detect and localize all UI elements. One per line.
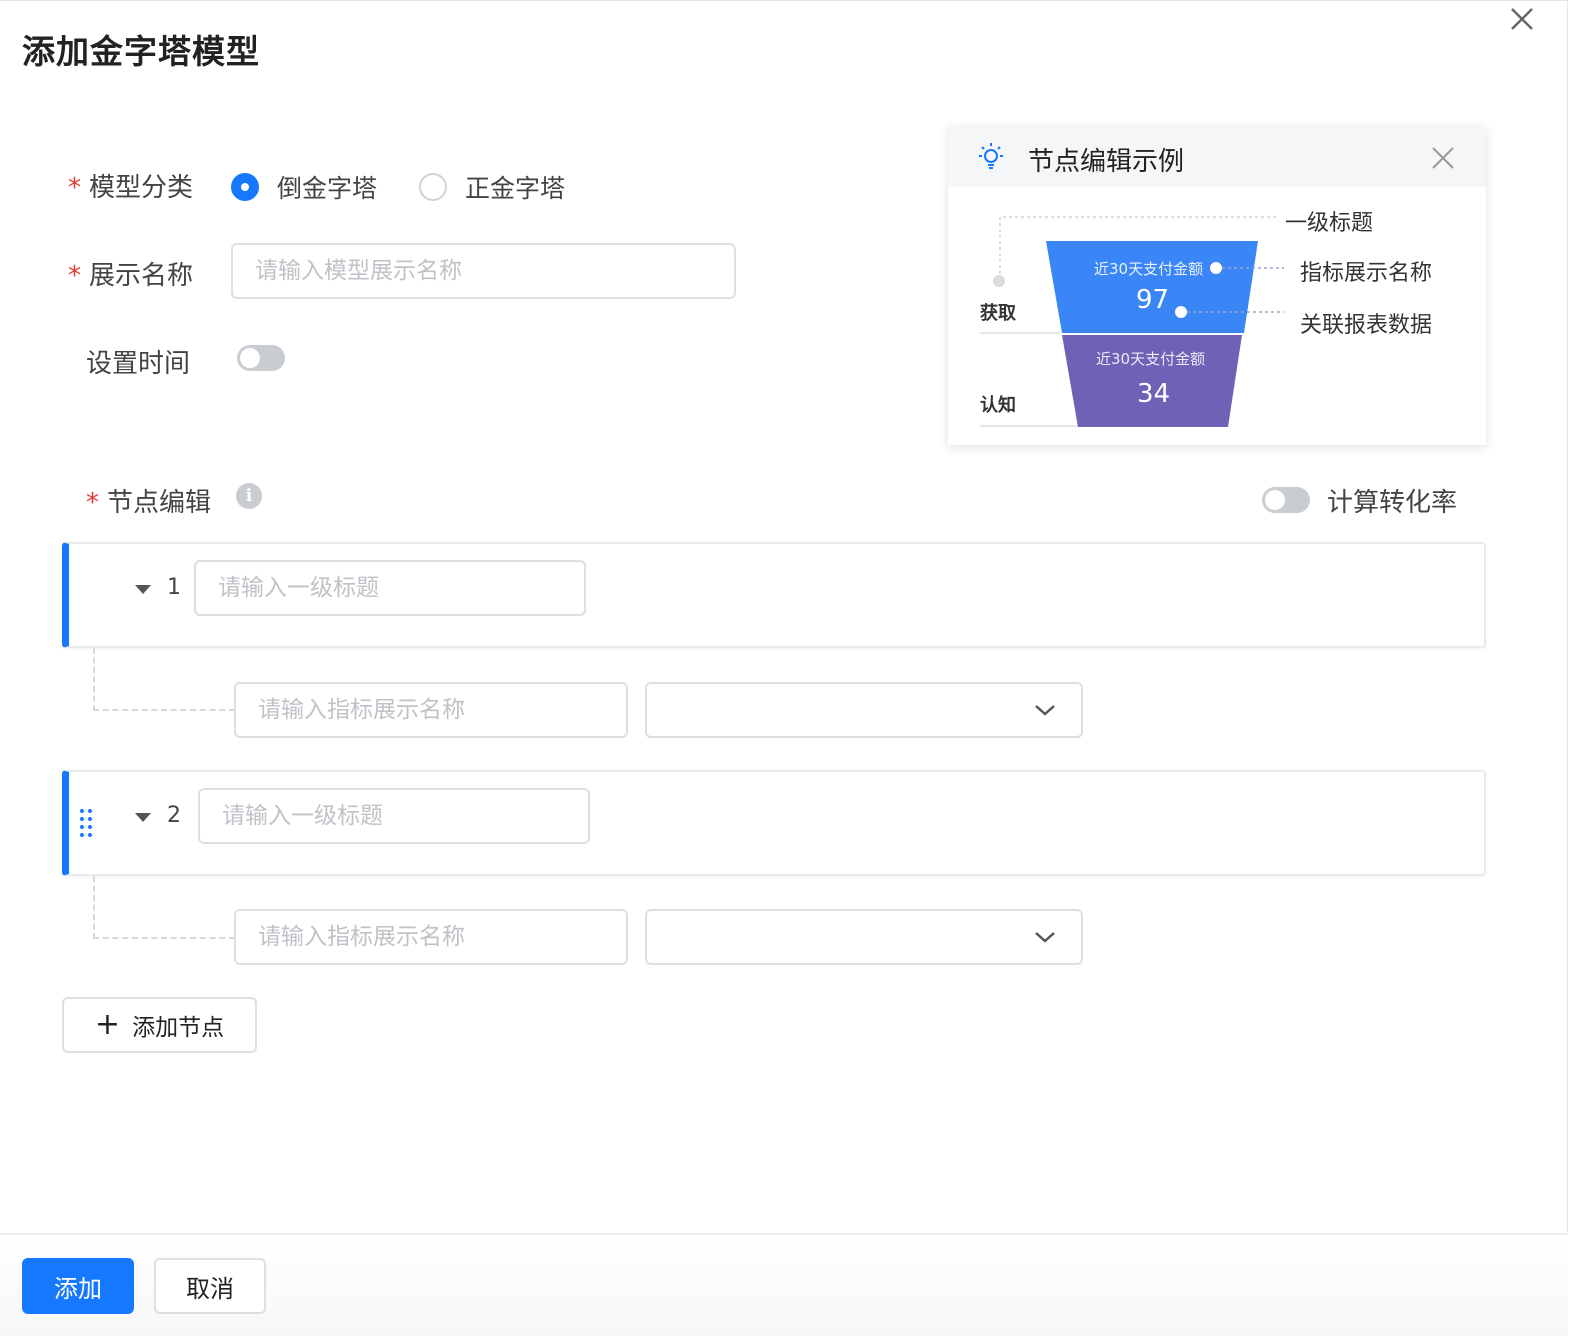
funnel-metric-value: 34 <box>1137 379 1171 409</box>
example-title: 节点编辑示例 <box>1028 147 1185 177</box>
legend-level1-title: 一级标题 <box>1285 211 1374 236</box>
funnel-stage-label: 获取 <box>980 303 1016 324</box>
required-mark: * <box>68 173 81 203</box>
node-title-input[interactable] <box>194 560 586 616</box>
node-edit-label: * 节点编辑 <box>86 482 211 519</box>
chevron-down-icon <box>1035 932 1055 943</box>
dialog-title: 添加金字塔模型 <box>22 32 260 71</box>
report-data-select[interactable] <box>645 682 1083 738</box>
node-index: 2 <box>167 803 181 828</box>
set-time-label: 设置时间 <box>86 349 191 379</box>
display-name-input[interactable] <box>231 243 736 299</box>
metric-name-input[interactable] <box>234 909 628 965</box>
set-time-toggle[interactable] <box>237 345 285 371</box>
submit-button[interactable]: 添加 <box>22 1258 134 1314</box>
collapse-caret-icon[interactable] <box>135 585 151 594</box>
legend-metric-name: 指标展示名称 <box>1300 261 1433 286</box>
display-name-label-text: 展示名称 <box>89 261 194 291</box>
cancel-button[interactable]: 取消 <box>154 1258 266 1314</box>
funnel-metric-value: 97 <box>1136 285 1170 315</box>
conversion-rate-toggle[interactable] <box>1262 487 1310 513</box>
node-edit-label-text: 节点编辑 <box>107 488 212 518</box>
report-data-select[interactable] <box>645 909 1083 965</box>
drag-handle-icon[interactable] <box>79 808 93 838</box>
funnel-metric-label: 近30天支付金额 <box>1096 350 1206 368</box>
example-close-icon[interactable] <box>1428 143 1458 173</box>
funnel-metric-label: 近30天支付金额 <box>1094 260 1204 278</box>
add-pyramid-dialog: 添加金字塔模型 * 模型分类 倒金字塔 正金字塔 * 展示名称 设置时间 <box>0 0 1568 1336</box>
plus-icon: + <box>94 1007 121 1042</box>
info-icon[interactable]: i <box>236 483 262 509</box>
close-icon[interactable] <box>1504 1 1540 37</box>
metric-name-input[interactable] <box>234 682 628 738</box>
add-node-button[interactable]: + 添加节点 <box>62 997 257 1053</box>
example-header: 节点编辑示例 <box>948 127 1486 187</box>
radio-upright-pyramid-label: 正金字塔 <box>465 174 566 203</box>
node-edit-example-card: 节点编辑示例 一级标题 指标展示名称 关联报表数据 获取 认知 近30天支付金额… <box>948 127 1486 445</box>
funnel-stage-label: 认知 <box>980 395 1016 416</box>
node-connector-line <box>93 648 235 711</box>
radio-inverted-pyramid-label: 倒金字塔 <box>277 174 378 203</box>
node-connector-line <box>93 876 235 939</box>
node-index: 1 <box>167 575 181 600</box>
required-mark: * <box>86 488 99 518</box>
collapse-caret-icon[interactable] <box>135 813 151 822</box>
legend-linked-data: 关联报表数据 <box>1300 313 1433 338</box>
node-card-2: 2 <box>62 770 1486 876</box>
radio-dot <box>419 173 447 201</box>
model-type-label: * 模型分类 <box>68 167 193 204</box>
add-node-label: 添加节点 <box>132 1015 225 1041</box>
node-card-1: 1 <box>62 542 1486 648</box>
conversion-rate-label: 计算转化率 <box>1327 488 1458 518</box>
chevron-down-icon <box>1035 705 1055 716</box>
required-mark: * <box>68 261 81 291</box>
radio-inverted-pyramid[interactable]: 倒金字塔 <box>231 169 377 205</box>
model-type-label-text: 模型分类 <box>89 173 194 203</box>
radio-dot-checked <box>231 173 259 201</box>
lightbulb-icon <box>979 143 1003 169</box>
radio-upright-pyramid[interactable]: 正金字塔 <box>419 169 565 205</box>
node-title-input[interactable] <box>198 788 590 844</box>
display-name-label: * 展示名称 <box>68 255 193 292</box>
